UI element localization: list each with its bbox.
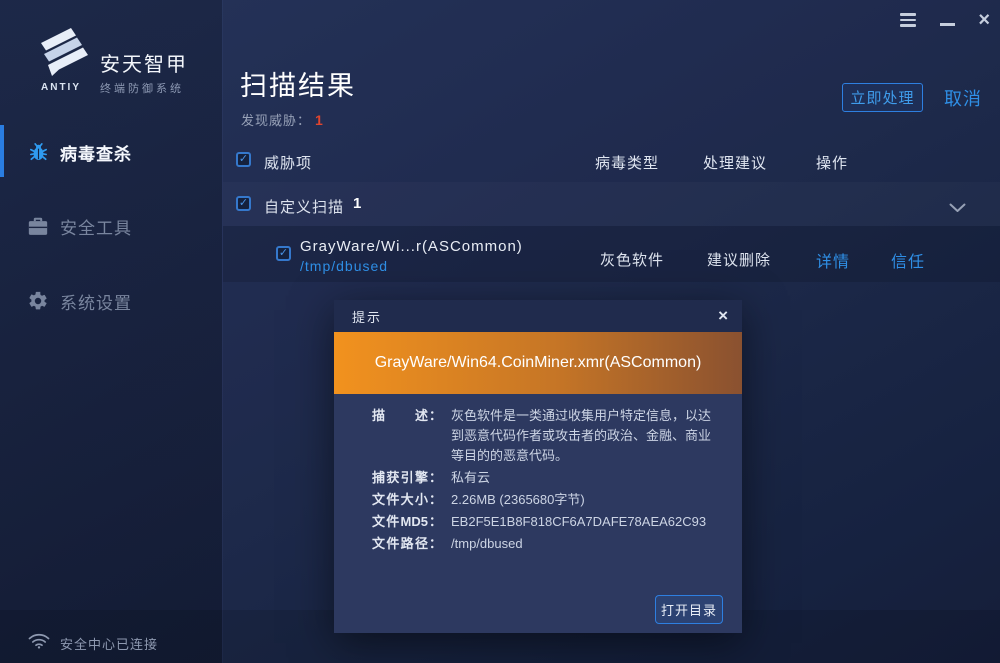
column-suggestion: 处理建议: [703, 152, 767, 173]
threats-found-label: 发现威胁：: [241, 113, 311, 128]
threat-suggestion: 建议删除: [707, 249, 771, 270]
threat-detail-dialog: 提示 × GrayWare/Win64.CoinMiner.xmr(ASComm…: [334, 300, 742, 633]
threat-banner: GrayWare/Win64.CoinMiner.xmr(ASCommon): [334, 332, 742, 394]
sidebar-item-label: 病毒查杀: [60, 140, 132, 165]
minimize-icon[interactable]: [940, 23, 955, 26]
field-description: 描述： 灰色软件是一类通过收集用户特定信息，以达到恶意代码作者或攻击者的政治、金…: [372, 406, 716, 466]
cancel-button[interactable]: 取消: [944, 85, 982, 111]
dialog-fields: 描述： 灰色软件是一类通过收集用户特定信息，以达到恶意代码作者或攻击者的政治、金…: [372, 406, 716, 556]
connection-status-label: 安全中心已连接: [60, 634, 158, 653]
sidebar-panel: [0, 0, 222, 663]
column-virus-type: 病毒类型: [595, 152, 659, 173]
bug-icon: [27, 141, 50, 164]
sidebar-item-label: 安全工具: [60, 214, 132, 239]
dialog-close-icon[interactable]: ×: [718, 306, 728, 326]
threat-full-name: GrayWare/Win64.CoinMiner.xmr(ASCommon): [375, 354, 702, 372]
field-file-size: 文件大小： 2.26MB (2365680字节): [372, 490, 716, 510]
dialog-titlebar: 提示 ×: [334, 300, 742, 332]
open-directory-button[interactable]: 打开目录: [655, 595, 723, 624]
sidebar-item-label: 系统设置: [60, 289, 132, 314]
dialog-title: 提示: [352, 307, 382, 326]
chevron-down-icon[interactable]: [949, 200, 966, 218]
process-now-button[interactable]: 立即处理: [842, 83, 923, 112]
antiy-logo-icon: [31, 26, 91, 85]
brand-logo-text: ANTIY: [31, 82, 91, 93]
sidebar-item-system-settings[interactable]: 系统设置: [0, 276, 222, 326]
brand-name: 安天智甲: [100, 48, 188, 77]
group-label: 自定义扫描: [264, 196, 344, 217]
field-file-md5: 文件MD5： EB2F5E1B8F818CF6A7DAFE78AEA62C93: [372, 512, 716, 532]
trust-link[interactable]: 信任: [891, 248, 925, 272]
wifi-icon: [28, 633, 50, 654]
field-capture-engine: 捕获引擎： 私有云: [372, 468, 716, 488]
threats-count: 1: [315, 112, 324, 128]
details-link[interactable]: 详情: [816, 248, 850, 272]
sidebar-item-virus-scan[interactable]: 病毒查杀: [0, 127, 222, 177]
page-title: 扫描结果: [240, 64, 356, 103]
threat-path: /tmp/dbused: [300, 258, 388, 274]
brand-subtitle: 终端防御系统: [100, 80, 184, 96]
threat-name: GrayWare/Wi...r(ASCommon): [300, 238, 523, 255]
window-close-icon[interactable]: ×: [978, 10, 990, 30]
group-count: 1: [353, 195, 362, 212]
group-checkbox[interactable]: ✓: [236, 196, 251, 211]
threat-checkbox[interactable]: ✓: [276, 246, 291, 261]
column-threat-item: 威胁项: [264, 152, 312, 173]
app-window: × ANTIY 安天智甲 终端防御系统 病毒: [0, 0, 1000, 663]
select-all-checkbox[interactable]: ✓: [236, 152, 251, 167]
threat-type: 灰色软件: [600, 249, 664, 270]
gear-icon: [27, 290, 49, 312]
menu-icon[interactable]: [900, 13, 916, 27]
column-operation: 操作: [816, 152, 848, 173]
field-file-path: 文件路径： /tmp/dbused: [372, 534, 716, 554]
window-controls: ×: [900, 9, 990, 31]
briefcase-icon: [27, 216, 49, 237]
connection-status: 安全中心已连接: [28, 633, 158, 654]
threats-found-line: 发现威胁： 1: [241, 110, 324, 129]
sidebar-item-security-tools[interactable]: 安全工具: [0, 201, 222, 251]
